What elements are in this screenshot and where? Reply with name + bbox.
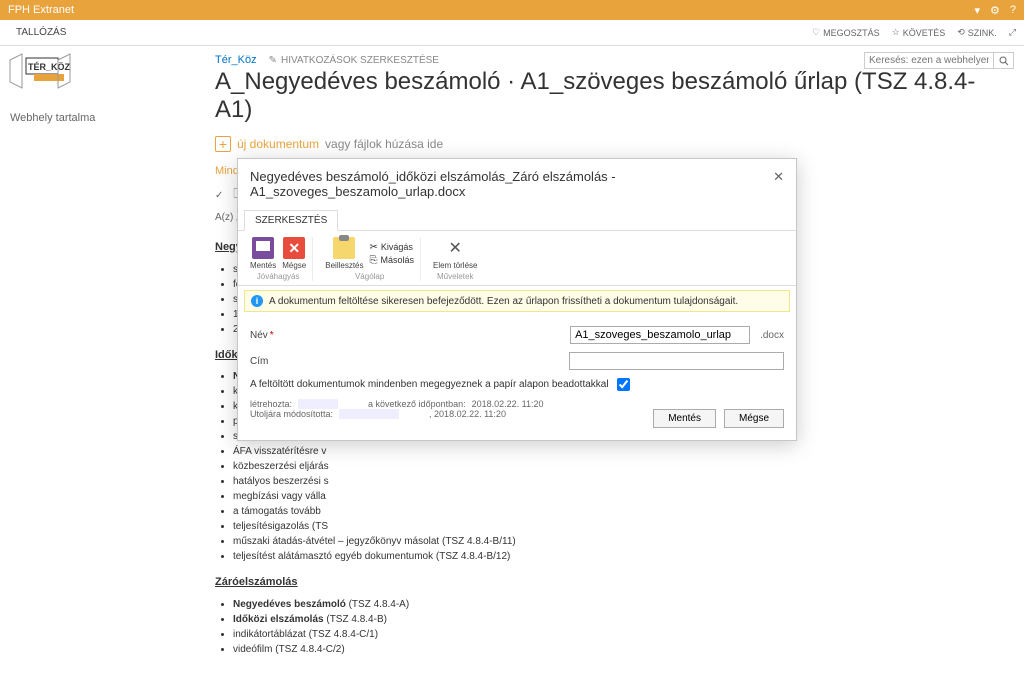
checkbox-label: A feltöltött dokumentumok mindenben mege… [250,379,609,390]
info-icon: i [251,295,263,307]
list-item: Időközi elszámolás (TSZ 4.8.4-B) [233,612,1004,627]
list-item: Negyedéves beszámoló (TSZ 4.8.4-A) [233,597,1004,612]
list-item: indikátortáblázat (TSZ 4.8.4-C/1) [233,627,1004,642]
ribbon-group-clipboard: Vágólap [355,272,384,281]
created-at-prefix: a következő időpontban: [368,399,466,409]
name-input[interactable] [570,326,750,344]
section-title-3: Záróelszámolás [215,574,1004,591]
list-item: videófilm (TSZ 4.8.4-C/2) [233,642,1004,657]
title-input[interactable] [569,352,784,370]
created-at-value: 2018.02.22. 11:20 [472,399,544,409]
paste-icon [333,237,355,259]
copy-icon: ⎘ [370,255,378,266]
document-properties-dialog: Negyedéves beszámoló_időközi elszámolás_… [237,158,797,441]
created-by-label: létrehozta: [250,399,292,409]
info-bar: i A dokumentum feltöltése sikeresen befe… [244,290,790,312]
ribbon-cut-button[interactable]: ✂ Kivágás [370,242,415,253]
delete-icon: ✕ [444,237,466,259]
ribbon-group-approve: Jóváhagyás [257,272,300,281]
modal-overlay: Negyedéves beszámoló_időközi elszámolás_… [0,0,1024,572]
dialog-ribbon: Mentés ✕ Mégse Jóváhagyás Beillesztés [238,231,796,286]
ribbon-group-actions: Műveletek [437,272,473,281]
tab-edit[interactable]: SZERKESZTÉS [244,210,338,231]
dialog-title: Negyedéves beszámoló_időközi elszámolás_… [250,169,773,199]
title-label: Cím [250,356,280,367]
name-label: Név* [250,330,280,341]
cancel-button[interactable]: Mégse [724,409,784,428]
match-paper-checkbox[interactable] [617,378,630,391]
info-text: A dokumentum feltöltése sikeresen befeje… [269,296,738,307]
cancel-icon: ✕ [283,237,305,259]
ribbon-copy-button[interactable]: ⎘ Másolás [370,255,415,266]
ribbon-delete-button[interactable]: ✕ Elem törlése [433,237,477,270]
ribbon-paste-button[interactable]: Beillesztés [325,237,363,270]
file-extension: .docx [760,330,784,341]
modified-at-value: , 2018.02.22. 11:20 [429,409,506,419]
cut-icon: ✂ [370,242,378,253]
save-button[interactable]: Mentés [653,409,716,428]
ribbon-cancel-button[interactable]: ✕ Mégse [282,237,306,270]
modified-by-label: Utoljára módosította: [250,409,333,419]
ribbon-save-button[interactable]: Mentés [250,237,276,270]
save-icon [252,237,274,259]
close-icon[interactable]: ✕ [773,169,784,185]
